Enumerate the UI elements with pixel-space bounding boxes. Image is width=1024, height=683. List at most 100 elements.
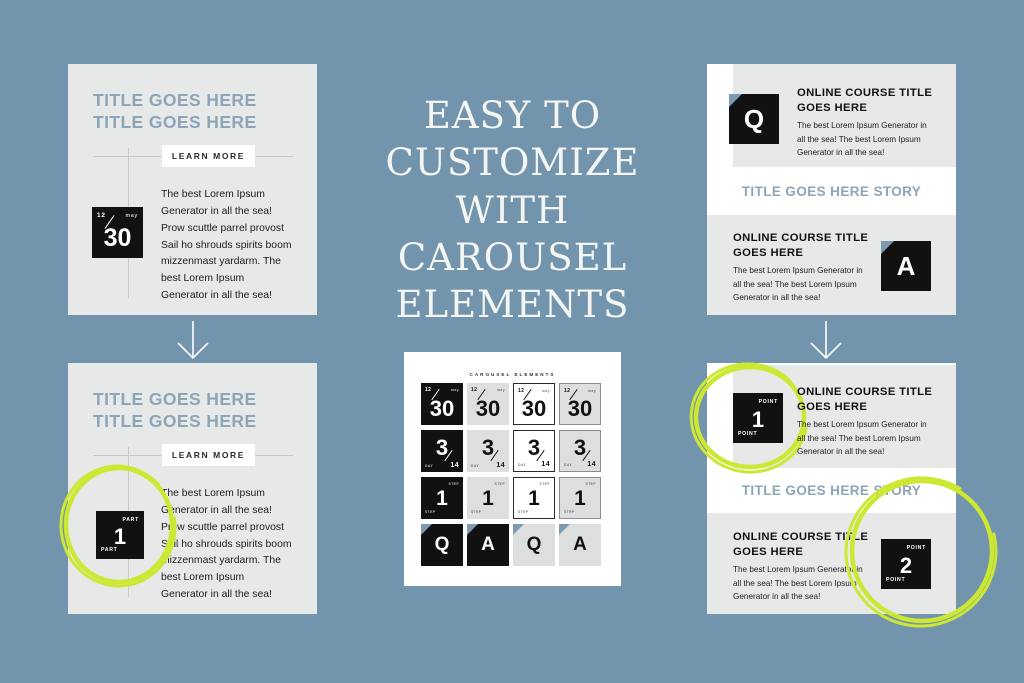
hero-line-2: CUSTOMIZE <box>385 141 640 185</box>
grid-step-label-top: STEP <box>585 482 596 486</box>
left-card-top-body: The best Lorem Ipsum Generator in all th… <box>161 189 292 302</box>
part-badge-number: 1 <box>113 524 127 549</box>
point-badge-1-label-bottom: POINT <box>738 431 758 437</box>
grid-date-month-num: 12 <box>425 387 432 393</box>
grid-cell-step-outline[interactable]: STEP 1 STEP <box>513 477 555 519</box>
left-card-bottom-body: The best Lorem Ipsum Generator in all th… <box>161 488 292 601</box>
grid-cell-step-outline-gray[interactable]: STEP 1 STEP <box>559 477 601 519</box>
right-card-q-kicker: ONLINE COURSE TITLE GOES HERE <box>797 87 933 115</box>
grid-day-count: 14 <box>587 461 596 468</box>
grid-date-month-num: 12 <box>518 388 525 394</box>
grid-step-number: 1 <box>528 487 540 510</box>
grid-date-month-name: may <box>588 389 596 393</box>
right-card-a-kicker: ONLINE COURSE TITLE GOES HERE <box>733 232 869 260</box>
hero-line-1: EASY TO <box>423 94 602 137</box>
grid-date-month-name: may <box>497 388 505 392</box>
grid-date-day: 30 <box>429 396 455 421</box>
letter-tile-q[interactable]: Q <box>729 94 779 144</box>
right-card-point-2-kicker: ONLINE COURSE TITLE GOES HERE <box>733 531 869 559</box>
point-badge-2-number: 2 <box>899 553 913 578</box>
right-card-point-1-kicker: ONLINE COURSE TITLE GOES HERE <box>797 386 933 414</box>
date-badge-day: 30 <box>103 224 132 252</box>
story-divider-bottom: TITLE GOES HERE STORY <box>741 483 922 498</box>
grid-cell-step-gray[interactable]: STEP 1 STEP <box>467 477 509 519</box>
right-card-point-2-body: The best Lorem Ipsum Generator in all th… <box>733 565 863 602</box>
grid-date-month-num: 12 <box>564 388 571 394</box>
grid-cell-date-gray[interactable]: 12 may 30 <box>467 383 509 425</box>
right-flow-arrow <box>810 321 842 360</box>
letter-tile-a[interactable]: A <box>881 241 931 291</box>
grid-cell-day-gray[interactable]: 3 DAY 14 <box>467 430 509 472</box>
grid-step-number: 1 <box>574 487 586 510</box>
story-divider-top: TITLE GOES HERE STORY <box>741 184 922 199</box>
date-badge-month-num: 12 <box>97 212 106 219</box>
right-card-a-body: The best Lorem Ipsum Generator in all th… <box>733 266 863 303</box>
grid-step-label-bottom: STEP <box>518 510 529 514</box>
hero-line-4: CAROUSEL <box>397 236 628 280</box>
grid-step-label-top: STEP <box>494 482 505 486</box>
grid-cell-step-dark[interactable]: STEP 1 STEP <box>421 477 463 519</box>
grid-step-label-top: STEP <box>448 482 459 486</box>
grid-date-day: 30 <box>567 396 593 421</box>
grid-day-number: 3 <box>435 435 449 460</box>
grid-letter-glyph: Q <box>434 534 450 555</box>
point-badge-1[interactable]: POINT 1 POINT <box>733 393 783 443</box>
left-card-top-title: TITLE GOES HERE TITLE GOES HERE <box>93 90 257 133</box>
grid-step-label-bottom: STEP <box>425 510 436 514</box>
point-badge-1-number: 1 <box>751 407 765 432</box>
date-badge-top[interactable]: 12 may 30 <box>92 207 143 258</box>
grid-step-number: 1 <box>482 487 494 510</box>
grid-cell-date-dark[interactable]: 12 may 30 <box>421 383 463 425</box>
grid-date-day: 30 <box>475 396 501 421</box>
left-flow-arrow <box>177 321 209 360</box>
part-badge-left[interactable]: PART 1 PART <box>96 511 144 559</box>
grid-date-month-name: may <box>542 389 550 393</box>
hero-line-5: ELEMENTS <box>395 283 630 327</box>
grid-day-count: 14 <box>496 462 505 469</box>
right-card-q-body: The best Lorem Ipsum Generator in all th… <box>797 121 927 158</box>
point-badge-2-label-top: POINT <box>906 545 926 551</box>
grid-step-label-bottom: STEP <box>564 510 575 514</box>
grid-date-month-num: 12 <box>471 387 478 393</box>
grid-cell-letter-q-dark[interactable]: Q <box>421 524 463 566</box>
grid-day-number: 3 <box>573 435 587 460</box>
grid-cell-day-outline[interactable]: 3 DAY 14 <box>513 430 555 472</box>
grid-step-label-bottom: STEP <box>471 510 482 514</box>
grid-cell-letter-a-dark[interactable]: A <box>467 524 509 566</box>
grid-cell-letter-q-gray[interactable]: Q <box>513 524 555 566</box>
grid-cell-day-outline-gray[interactable]: 3 DAY 14 <box>559 430 601 472</box>
learn-more-button-top[interactable]: LEARN MORE <box>162 145 255 167</box>
left-card-bottom-title: TITLE GOES HERE TITLE GOES HERE <box>93 389 257 432</box>
right-card-point-1-body: The best Lorem Ipsum Generator in all th… <box>797 420 927 457</box>
grid-step-number: 1 <box>436 487 448 510</box>
grid-day-number: 3 <box>481 435 495 460</box>
grid-date-month-name: may <box>451 388 459 392</box>
grid-cell-letter-a-gray[interactable]: A <box>559 524 601 566</box>
grid-day-number: 3 <box>527 435 541 460</box>
learn-more-button-bottom[interactable]: LEARN MORE <box>162 444 255 466</box>
point-badge-1-label-top: POINT <box>758 399 778 405</box>
grid-letter-glyph: A <box>481 534 495 555</box>
grid-day-label: DAY <box>518 463 527 467</box>
grid-date-day: 30 <box>521 396 547 421</box>
grid-letter-glyph: Q <box>526 534 542 555</box>
hero-line-3: WITH <box>455 188 570 232</box>
poster-canvas: TITLE GOES HERE TITLE GOES HERE LEARN MO… <box>0 0 1024 683</box>
point-badge-2-label-bottom: POINT <box>886 577 906 583</box>
grid-day-label: DAY <box>564 463 573 467</box>
grid-day-count: 14 <box>450 462 459 469</box>
grid-day-label: DAY <box>425 464 434 468</box>
date-badge-month-name: may <box>125 213 138 219</box>
hero-headline: EASY TO CUSTOMIZE WITH CAROUSEL ELEMENTS <box>355 92 670 329</box>
grid-cell-date-outline-gray[interactable]: 12 may 30 <box>559 383 601 425</box>
carousel-sheet-heading: CAROUSEL ELEMENTS <box>469 372 556 377</box>
grid-letter-glyph: A <box>573 534 587 555</box>
point-badge-2[interactable]: POINT 2 POINT <box>881 539 931 589</box>
grid-step-label-top: STEP <box>539 482 550 486</box>
grid-cell-day-dark[interactable]: 3 DAY 14 <box>421 430 463 472</box>
part-badge-label-top: PART <box>122 517 139 523</box>
grid-day-count: 14 <box>541 461 550 468</box>
part-badge-label-bottom: PART <box>101 547 118 553</box>
grid-day-label: DAY <box>471 464 480 468</box>
grid-cell-date-outline[interactable]: 12 may 30 <box>513 383 555 425</box>
